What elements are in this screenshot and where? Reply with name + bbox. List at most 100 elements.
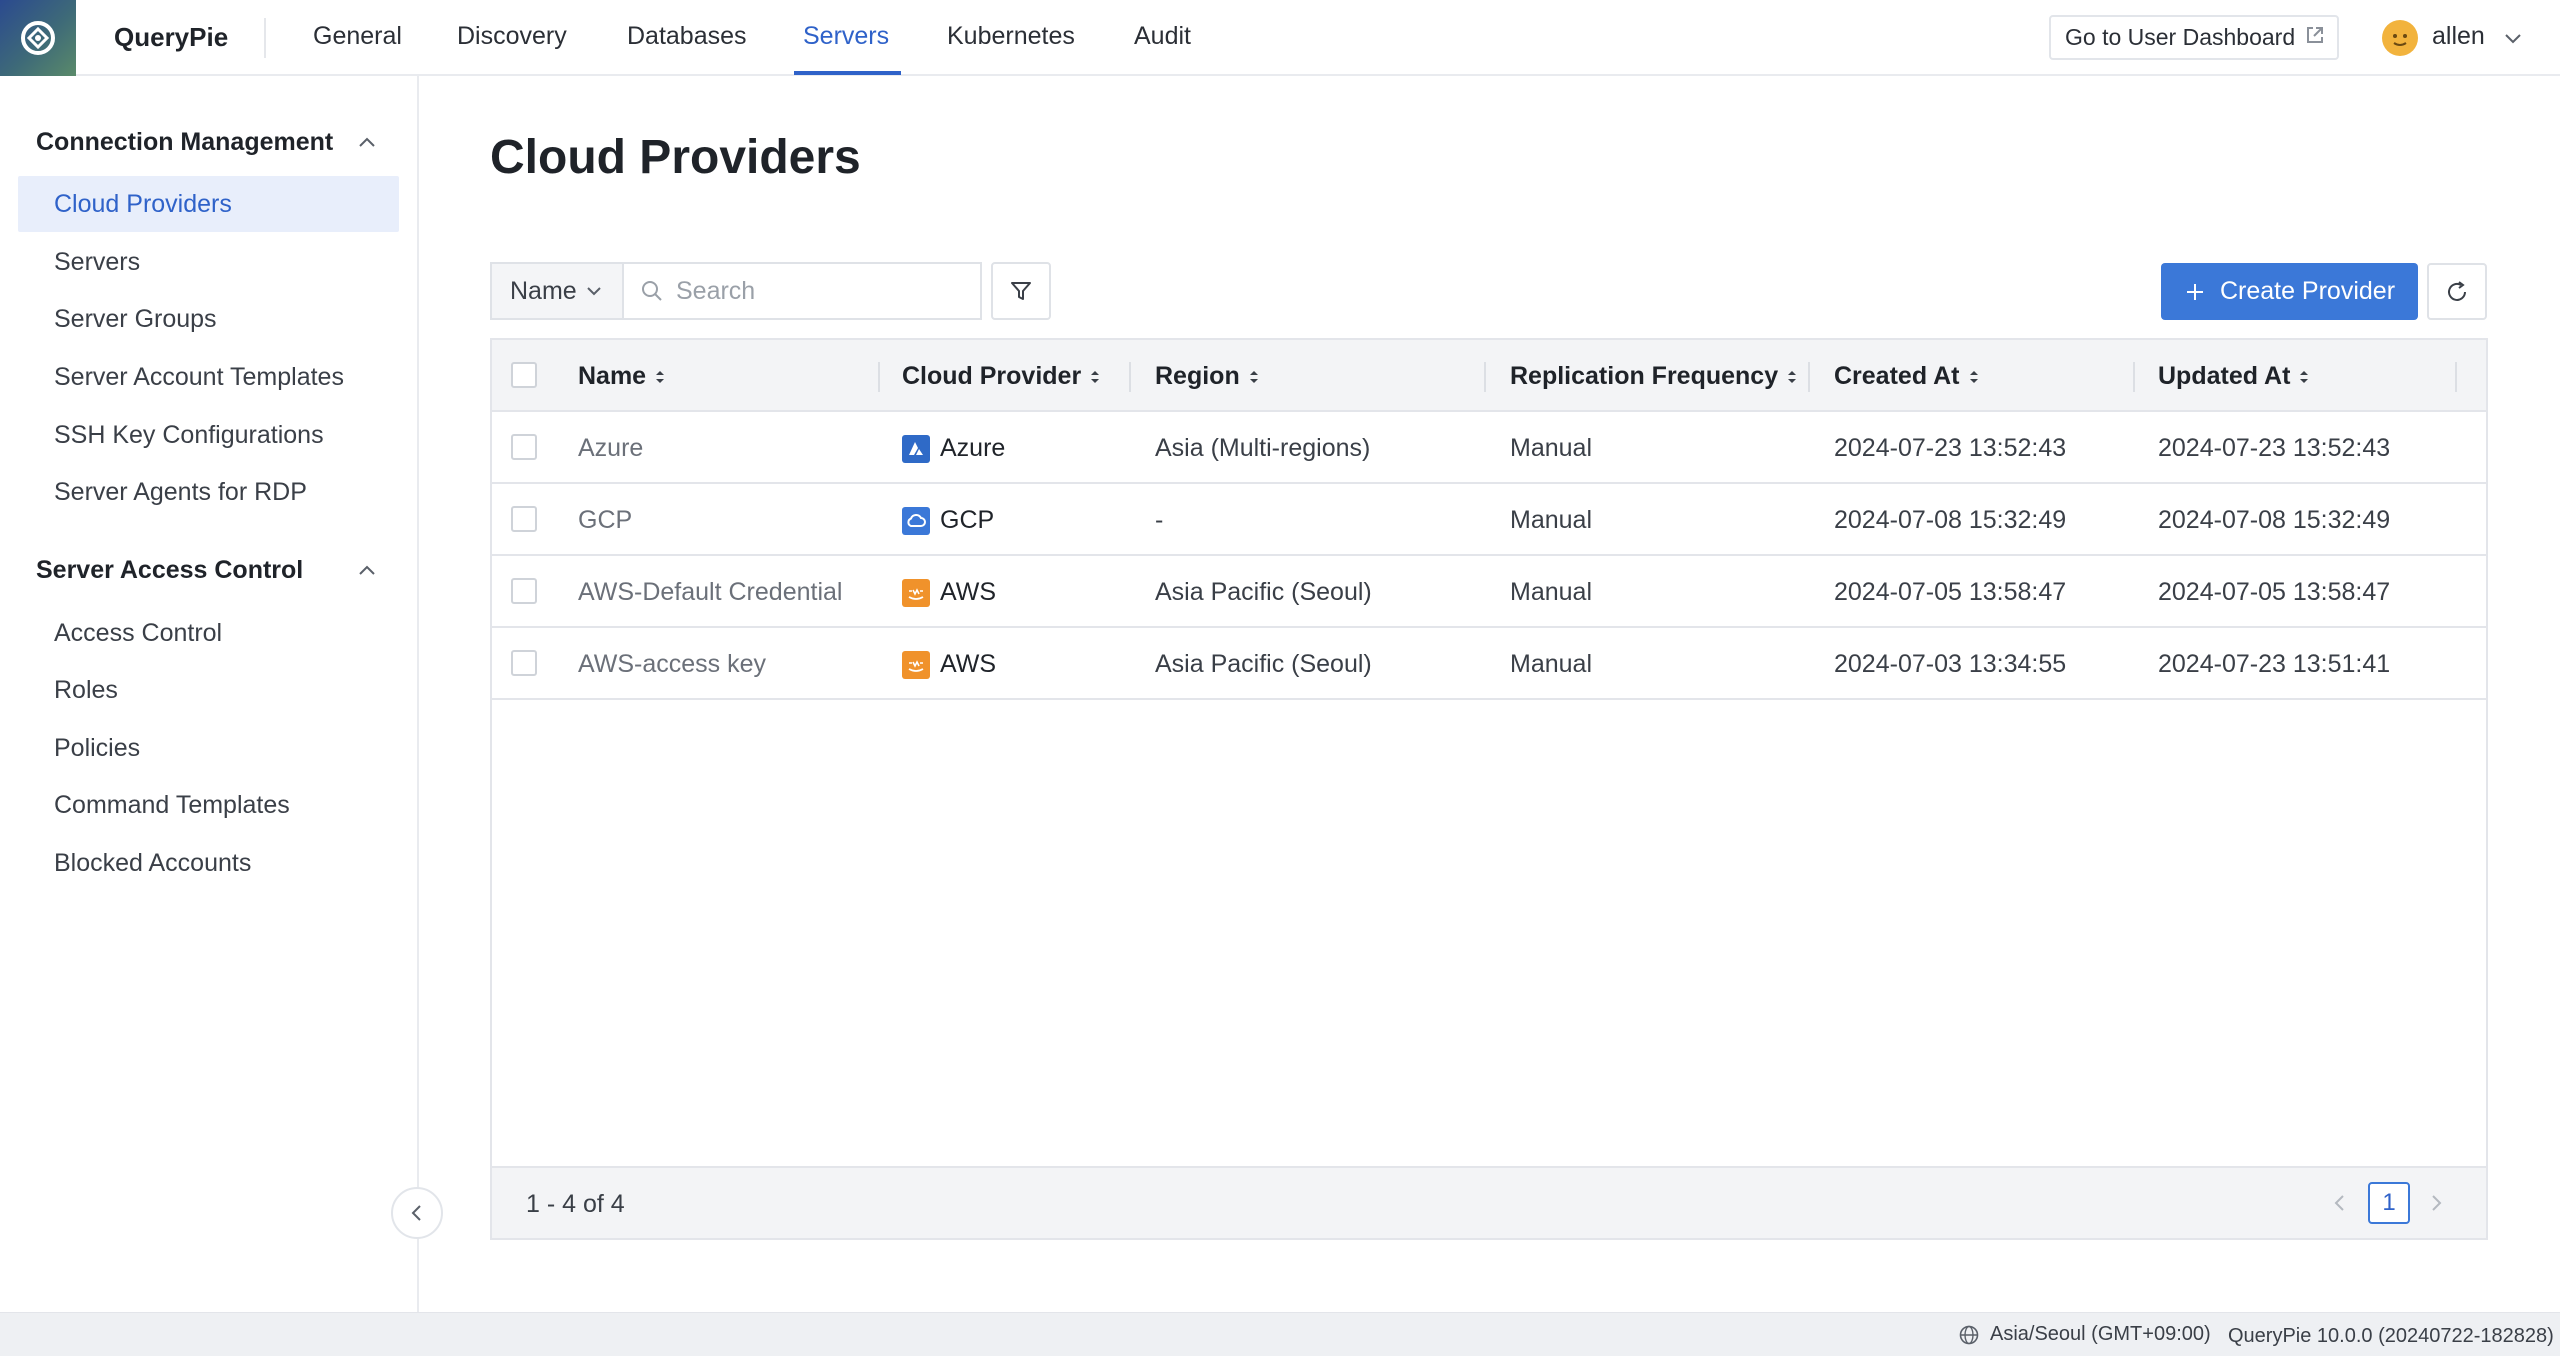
page-title: Cloud Providers: [490, 131, 861, 184]
create-provider-label: Create Provider: [2219, 277, 2396, 305]
column-header-created-at[interactable]: Created At: [1834, 362, 1980, 391]
aws-icon: [902, 578, 930, 607]
plus-icon: [2186, 283, 2203, 300]
search-input[interactable]: [676, 276, 956, 306]
table-row[interactable]: AWS-Default Credential AWS Asia Pacific …: [492, 556, 2486, 628]
cell-created-at: 2024-07-03 13:34:55: [1834, 650, 2067, 678]
search-field-select[interactable]: Name: [490, 262, 622, 320]
active-tab-indicator: [794, 71, 901, 75]
sort-icon[interactable]: [1089, 368, 1101, 386]
search-box[interactable]: [622, 262, 982, 320]
cell-cloud-provider: GCP: [902, 506, 994, 535]
row-checkbox[interactable]: [511, 650, 537, 676]
sidebar-section-connection-management[interactable]: Connection Management: [36, 128, 333, 157]
filter-button[interactable]: [991, 262, 1051, 320]
sidebar-section-server-access-control[interactable]: Server Access Control: [36, 556, 303, 585]
row-count-text: 1 - 4 of 4: [526, 1190, 625, 1218]
providers-table: Name Cloud Provider Region Replication F…: [490, 338, 2488, 1240]
sidebar-item-access-control[interactable]: Access Control: [18, 605, 399, 661]
column-label: Region: [1155, 362, 1240, 390]
row-checkbox[interactable]: [511, 506, 537, 532]
search-icon: [642, 281, 662, 301]
cell-name: GCP: [578, 506, 633, 534]
cell-region: Asia (Multi-regions): [1155, 434, 1371, 462]
sort-icon[interactable]: [1786, 368, 1798, 386]
column-label: Replication Frequency: [1510, 362, 1779, 390]
gcp-icon: [902, 506, 930, 535]
cell-region: Asia Pacific (Seoul): [1155, 578, 1372, 606]
tab-general[interactable]: General: [313, 22, 402, 76]
user-name[interactable]: allen: [2432, 22, 2485, 51]
chevron-up-icon[interactable]: [356, 131, 378, 158]
column-label: Created At: [1834, 362, 1960, 390]
column-divider[interactable]: [2455, 362, 2457, 392]
column-header-updated-at[interactable]: Updated At: [2158, 362, 2310, 391]
sort-icon[interactable]: [654, 368, 666, 386]
tab-servers[interactable]: Servers: [803, 22, 889, 76]
timezone-indicator[interactable]: Asia/Seoul (GMT+09:00): [1958, 1323, 2211, 1346]
page-number-button[interactable]: 1: [2368, 1182, 2410, 1224]
sort-icon[interactable]: [1248, 368, 1260, 386]
sidebar-item-command-templates[interactable]: Command Templates: [18, 777, 399, 833]
sidebar-item-policies[interactable]: Policies: [18, 720, 399, 776]
sort-icon[interactable]: [2298, 368, 2310, 386]
column-divider[interactable]: [1129, 362, 1131, 392]
column-divider[interactable]: [878, 362, 880, 392]
provider-label: Azure: [940, 434, 1006, 462]
sort-icon[interactable]: [1968, 368, 1980, 386]
next-page-button[interactable]: [2426, 1192, 2446, 1219]
go-to-user-dashboard-button[interactable]: Go to User Dashboard: [2049, 15, 2339, 60]
table-row[interactable]: Azure Azure Asia (Multi-regions) Manual …: [492, 412, 2486, 484]
refresh-icon: [2448, 280, 2466, 301]
funnel-icon: [1011, 282, 1031, 300]
external-link-icon: [2305, 24, 2325, 51]
sidebar-item-cloud-providers[interactable]: Cloud Providers: [18, 176, 399, 232]
previous-page-button[interactable]: [2330, 1192, 2350, 1219]
aws-icon: [902, 650, 930, 679]
tab-databases[interactable]: Databases: [627, 22, 747, 76]
column-label: Updated At: [2158, 362, 2291, 390]
column-header-name[interactable]: Name: [578, 362, 666, 391]
column-header-region[interactable]: Region: [1155, 362, 1260, 391]
column-header-cloud-provider[interactable]: Cloud Provider: [902, 362, 1101, 391]
cell-name: AWS-access key: [578, 650, 767, 678]
provider-label: AWS: [940, 578, 997, 606]
sidebar-item-servers[interactable]: Servers: [18, 234, 399, 290]
sidebar-item-roles[interactable]: Roles: [18, 662, 399, 718]
column-divider[interactable]: [2133, 362, 2135, 392]
cell-name: AWS-Default Credential: [578, 578, 843, 606]
avatar[interactable]: [2382, 20, 2418, 56]
table-header: Name Cloud Provider Region Replication F…: [492, 340, 2486, 412]
tab-audit[interactable]: Audit: [1134, 22, 1191, 76]
querypie-logo-icon[interactable]: [0, 0, 76, 76]
tab-kubernetes[interactable]: Kubernetes: [947, 22, 1075, 76]
cell-updated-at: 2024-07-23 13:52:43: [2158, 434, 2391, 462]
top-navigation-bar: QueryPie General Discovery Databases Ser…: [0, 0, 2560, 76]
cell-replication-frequency: Manual: [1510, 650, 1592, 678]
row-checkbox[interactable]: [511, 578, 537, 604]
column-divider[interactable]: [1484, 362, 1486, 392]
sidebar-item-server-agents-for-rdp[interactable]: Server Agents for RDP: [18, 464, 399, 520]
row-checkbox[interactable]: [511, 434, 537, 460]
table-footer: 1 - 4 of 4 1: [492, 1166, 2486, 1238]
create-provider-button[interactable]: Create Provider: [2161, 263, 2418, 320]
refresh-button[interactable]: [2427, 263, 2487, 320]
chevron-left-icon: [411, 1205, 421, 1221]
table-row[interactable]: GCP GCP - Manual 2024-07-08 15:32:49 202…: [492, 484, 2486, 556]
select-all-checkbox[interactable]: [511, 362, 537, 388]
column-header-replication-frequency[interactable]: Replication Frequency: [1510, 362, 1798, 391]
chevron-left-icon: [2334, 1195, 2344, 1211]
cell-name: Azure: [578, 434, 644, 462]
tab-discovery[interactable]: Discovery: [457, 22, 567, 76]
chevron-down-icon[interactable]: [2502, 28, 2524, 55]
collapse-sidebar-button[interactable]: [391, 1187, 443, 1239]
table-row[interactable]: AWS-access key AWS Asia Pacific (Seoul) …: [492, 628, 2486, 700]
column-label: Name: [578, 362, 647, 390]
chevron-up-icon[interactable]: [356, 559, 378, 586]
sidebar-item-server-groups[interactable]: Server Groups: [18, 291, 399, 347]
sidebar-item-blocked-accounts[interactable]: Blocked Accounts: [18, 835, 399, 891]
cell-replication-frequency: Manual: [1510, 506, 1592, 534]
column-divider[interactable]: [1808, 362, 1810, 392]
sidebar-item-server-account-templates[interactable]: Server Account Templates: [18, 349, 399, 405]
sidebar-item-ssh-key-configurations[interactable]: SSH Key Configurations: [18, 407, 399, 463]
